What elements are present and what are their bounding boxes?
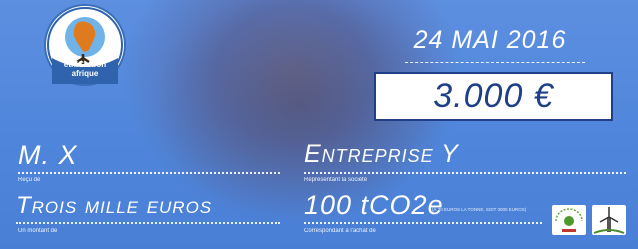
logo-name: ethiCarbon xyxy=(63,60,107,69)
amount-in-words: Trois mille euros xyxy=(16,192,213,219)
amount-words-underline xyxy=(16,222,280,224)
carbon-price-note: (À 30 EUROS LA TONNE, SOIT 3000 EUROS) xyxy=(432,207,527,212)
logo-subname: afrique xyxy=(71,69,99,78)
company-underline xyxy=(304,172,626,174)
logo-text: ethiCarbon afrique xyxy=(46,60,124,78)
amount-box: 3.000 € xyxy=(374,72,613,121)
date-underline xyxy=(405,62,585,63)
company-name: Entreprise Y xyxy=(304,140,459,168)
donor-name: M. X xyxy=(18,140,78,170)
carbon-label: Correspondant à l'achat de xyxy=(304,228,376,234)
donor-underline xyxy=(18,172,280,174)
amount-words-label: Un montant de xyxy=(18,228,58,234)
amount-value: 3.000 € xyxy=(433,77,554,115)
carbon-underline xyxy=(304,222,542,224)
windmill-logo xyxy=(592,205,626,235)
ecovillage-logo xyxy=(552,205,586,235)
ecovillage-logo-icon xyxy=(555,208,583,232)
donor-label: Reçu de xyxy=(18,177,41,183)
carbon-certificate: ethiCarbon afrique 24 MAI 2016 3.000 € M… xyxy=(0,0,638,249)
carbon-quantity: 100 tCO2e xyxy=(304,190,444,220)
certificate-date: 24 MAI 2016 xyxy=(413,26,567,54)
company-label: Représentant la société xyxy=(304,177,368,183)
windmill-logo-icon xyxy=(593,207,625,234)
